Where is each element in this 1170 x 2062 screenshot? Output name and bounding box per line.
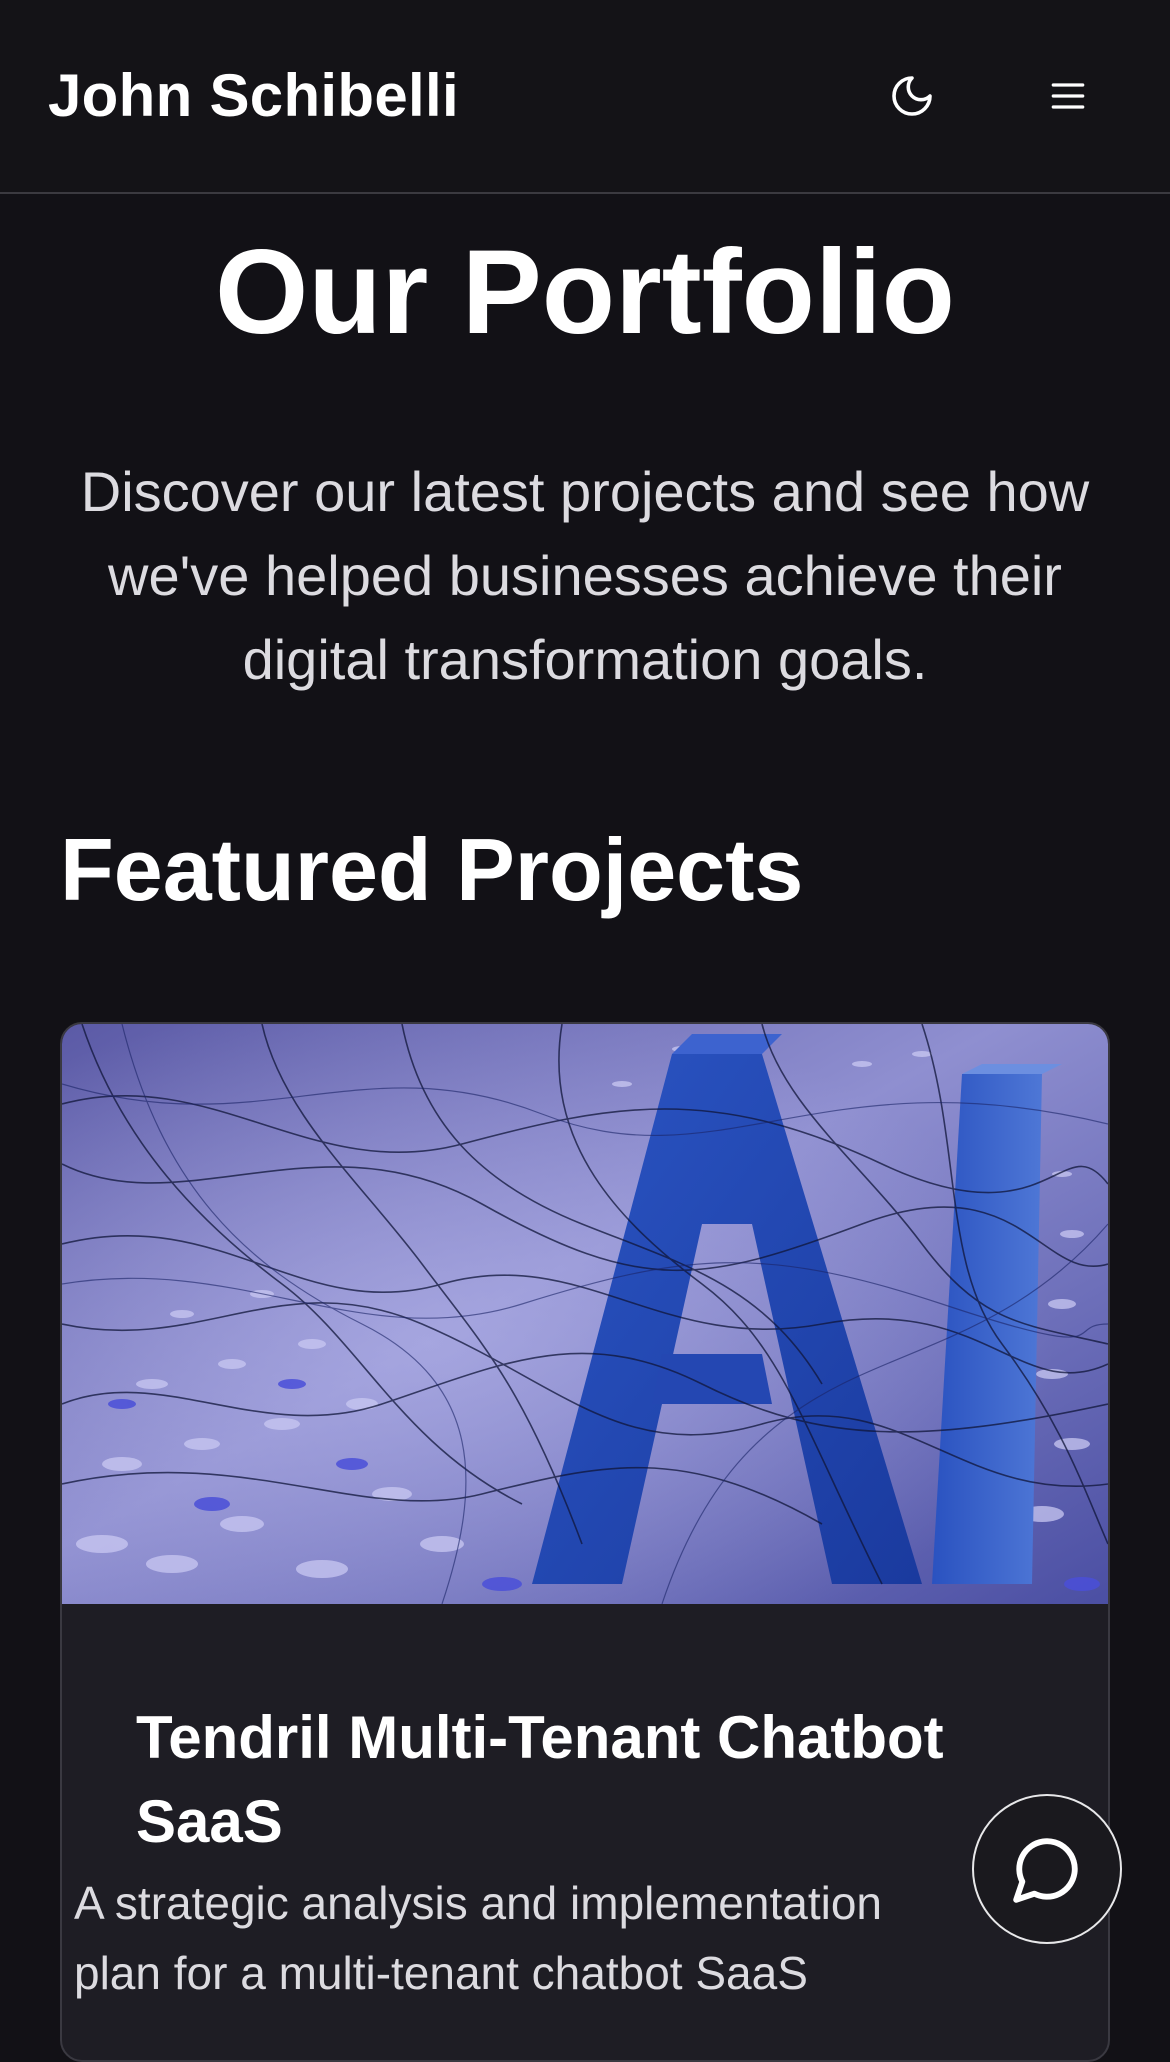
page-subtitle: Discover our latest projects and see how… (80, 460, 1090, 691)
moon-icon (892, 76, 932, 116)
ai-letters-image (62, 1024, 1108, 1604)
featured-projects-heading: Featured Projects (60, 820, 804, 919)
project-description: A strategic analysis and implementation … (74, 1877, 882, 1999)
theme-toggle-button[interactable] (872, 56, 952, 136)
chat-bubble-icon (1013, 1838, 1078, 1903)
menu-button[interactable] (1028, 56, 1108, 136)
hamburger-menu-icon (1051, 83, 1085, 109)
page-title: Our Portfolio (215, 225, 955, 359)
site-header: John Schibelli (0, 0, 1170, 194)
chat-button[interactable] (972, 1794, 1122, 1944)
project-title[interactable]: Tendril Multi-Tenant Chatbot SaaS (136, 1696, 1016, 1864)
site-brand[interactable]: John Schibelli (48, 60, 459, 132)
